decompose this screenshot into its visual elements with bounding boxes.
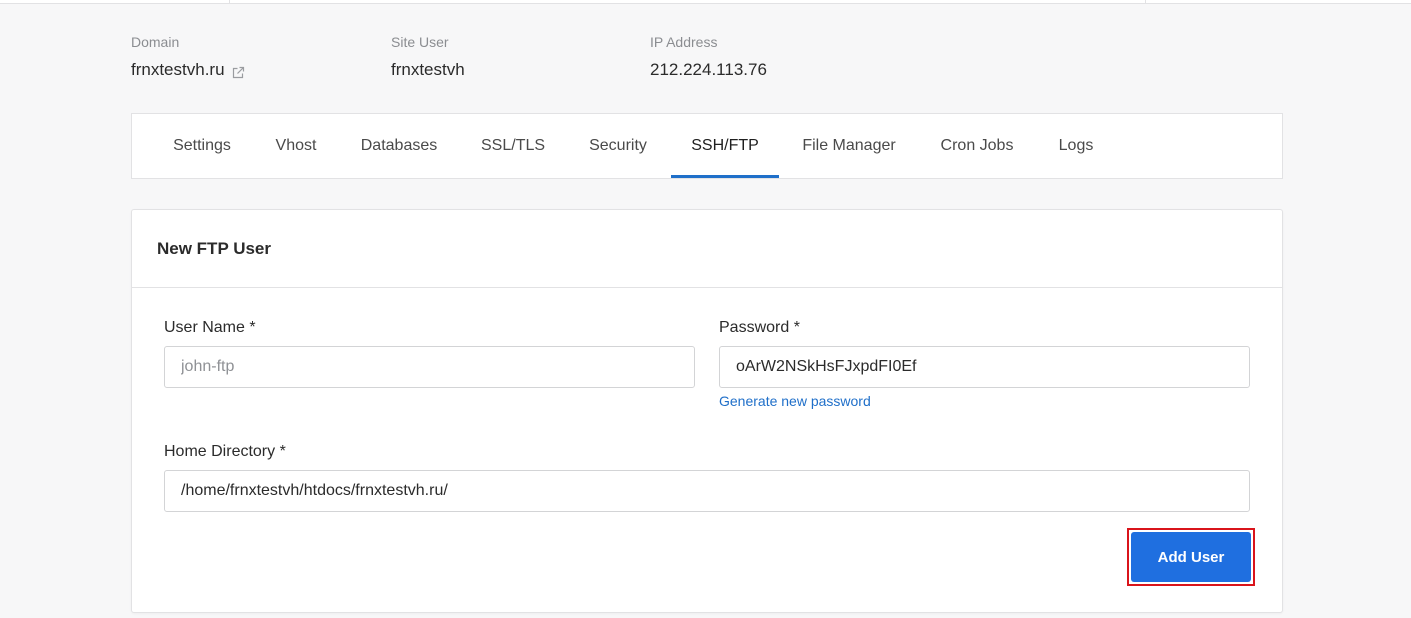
tab-settings[interactable]: Settings xyxy=(172,114,232,178)
generate-password-link[interactable]: Generate new password xyxy=(719,393,871,409)
add-user-button-highlight: Add User xyxy=(1127,528,1255,586)
tab-file-manager[interactable]: File Manager xyxy=(802,114,896,178)
header-divider xyxy=(1145,0,1146,4)
tab-cron-jobs[interactable]: Cron Jobs xyxy=(939,114,1015,178)
site-user-label: Site User xyxy=(391,34,449,50)
tab-logs[interactable]: Logs xyxy=(1058,114,1094,178)
tab-ssh-ftp[interactable]: SSH/FTP xyxy=(671,114,779,178)
tab-ssl-tls[interactable]: SSL/TLS xyxy=(481,114,545,178)
site-user-value: frnxtestvh xyxy=(391,60,465,79)
user-name-input[interactable] xyxy=(164,346,695,388)
card-title: New FTP User xyxy=(157,238,272,258)
domain-label: Domain xyxy=(131,34,180,50)
ip-address-label: IP Address xyxy=(650,34,718,50)
domain-info: Domain frnxtestvh.ru xyxy=(131,34,371,80)
add-user-button[interactable]: Add User xyxy=(1131,532,1251,582)
top-header-strip xyxy=(0,0,1411,4)
ip-address-info: IP Address 212.224.113.76 xyxy=(650,34,890,80)
site-user-info: Site User frnxtestvh xyxy=(391,34,631,80)
site-tabs: Settings Vhost Databases SSL/TLS Securit… xyxy=(131,113,1283,179)
tab-security[interactable]: Security xyxy=(588,114,648,178)
tab-vhost[interactable]: Vhost xyxy=(275,114,317,178)
domain-link[interactable]: frnxtestvh.ru xyxy=(131,60,225,80)
external-link-icon[interactable] xyxy=(232,64,245,78)
ip-address-value: 212.224.113.76 xyxy=(650,60,767,79)
header-divider xyxy=(229,0,230,4)
password-input[interactable] xyxy=(719,346,1250,388)
user-name-label: User Name * xyxy=(164,319,256,336)
home-directory-input[interactable] xyxy=(164,470,1250,512)
password-label: Password * xyxy=(719,319,800,336)
home-directory-label: Home Directory * xyxy=(164,443,286,460)
new-ftp-user-card: New FTP User User Name * Password * Gene… xyxy=(131,209,1283,613)
tab-databases[interactable]: Databases xyxy=(360,114,438,178)
card-header: New FTP User xyxy=(132,210,1282,288)
domain-value-row: frnxtestvh.ru xyxy=(131,60,371,80)
